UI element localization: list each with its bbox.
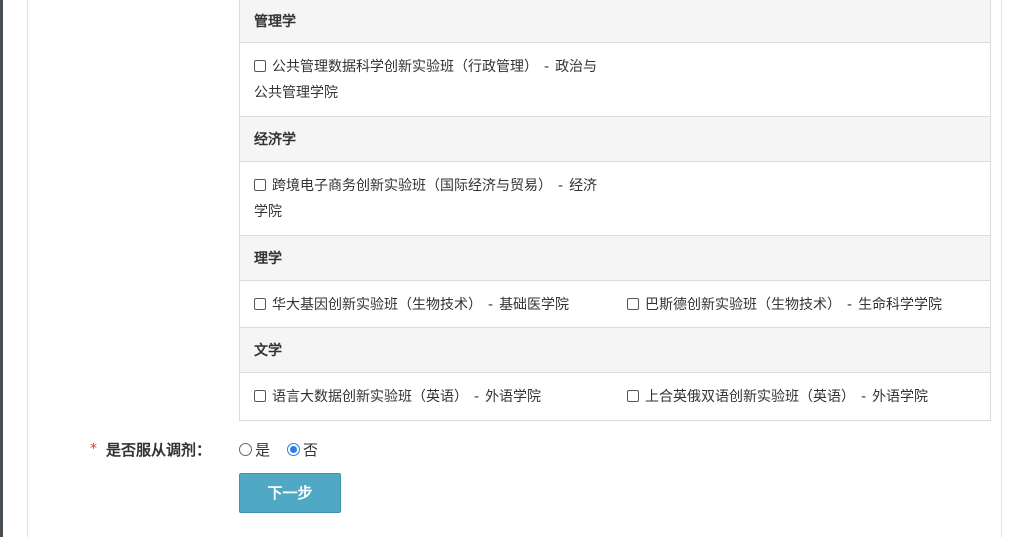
category-title: 文学 — [254, 343, 282, 359]
separator: - — [488, 297, 494, 313]
category-body-economics: 跨境电子商务创新实验班（国际经济与贸易） - 经济学院 — [240, 162, 990, 236]
college-label: 生命科学学院 — [858, 297, 943, 313]
follow-adjustment-row: * 是否服从调剂： 是 否 — [0, 439, 1015, 463]
major-checkbox[interactable] — [627, 390, 639, 402]
separator: - — [558, 178, 564, 194]
major-label: 华大基因创新实验班（生物技术） — [272, 297, 482, 313]
category-body-literature: 语言大数据创新实验班（英语） - 外语学院 上合英俄双语创新实验班（英语） - 外语学院 — [240, 373, 990, 420]
college-label: 外语学院 — [485, 389, 542, 405]
category-header-science: 理学 — [240, 236, 990, 281]
required-marker: * — [90, 441, 97, 457]
next-step-button[interactable]: 下一步 — [239, 473, 341, 513]
major-option[interactable]: 华大基因创新实验班（生物技术） - 基础医学院 — [254, 292, 569, 318]
college-label: 外语学院 — [872, 389, 929, 405]
category-title: 管理学 — [254, 14, 296, 30]
major-option[interactable]: 跨境电子商务创新实验班（国际经济与贸易） - 经济学院 — [254, 173, 609, 225]
radio-no-label: 否 — [303, 441, 319, 459]
major-checkbox[interactable] — [254, 390, 266, 402]
radio-option-yes[interactable]: 是 — [239, 439, 270, 460]
category-body-science: 华大基因创新实验班（生物技术） - 基础医学院 巴斯德创新实验班（生物技术） - 生命科… — [240, 281, 990, 328]
category-header-management: 管理学 — [240, 0, 990, 43]
major-label: 跨境电子商务创新实验班（国际经济与贸易） — [272, 178, 552, 194]
major-checkbox[interactable] — [254, 179, 266, 191]
radio-option-no[interactable]: 否 — [287, 439, 318, 460]
major-option[interactable]: 公共管理数据科学创新实验班（行政管理） - 政治与公共管理学院 — [254, 54, 609, 106]
major-option[interactable]: 上合英俄双语创新实验班（英语） - 外语学院 — [627, 384, 928, 410]
major-option[interactable]: 巴斯德创新实验班（生物技术） - 生命科学学院 — [627, 292, 942, 318]
major-option[interactable]: 语言大数据创新实验班（英语） - 外语学院 — [254, 384, 541, 410]
separator: - — [861, 389, 867, 405]
major-checkbox[interactable] — [627, 298, 639, 310]
category-header-economics: 经济学 — [240, 117, 990, 162]
separator: - — [474, 389, 480, 405]
category-body-management: 公共管理数据科学创新实验班（行政管理） - 政治与公共管理学院 — [240, 43, 990, 117]
major-label: 上合英俄双语创新实验班（英语） — [645, 389, 855, 405]
category-header-literature: 文学 — [240, 328, 990, 373]
follow-adjustment-label: 是否服从调剂： — [106, 441, 212, 459]
major-checkbox[interactable] — [254, 298, 266, 310]
radio-no[interactable] — [287, 443, 300, 456]
separator: - — [544, 59, 550, 75]
radio-yes[interactable] — [239, 443, 252, 456]
major-selection-table: 管理学 公共管理数据科学创新实验班（行政管理） - 政治与公共管理学院 经济学 跨境… — [239, 0, 991, 421]
major-label: 公共管理数据科学创新实验班（行政管理） — [272, 59, 538, 75]
category-title: 理学 — [254, 251, 282, 267]
major-label: 巴斯德创新实验班（生物技术） — [645, 297, 841, 313]
college-label: 基础医学院 — [499, 297, 570, 313]
major-checkbox[interactable] — [254, 60, 266, 72]
separator: - — [847, 297, 853, 313]
major-label: 语言大数据创新实验班（英语） — [272, 389, 468, 405]
category-title: 经济学 — [254, 132, 296, 148]
radio-yes-label: 是 — [255, 441, 271, 459]
